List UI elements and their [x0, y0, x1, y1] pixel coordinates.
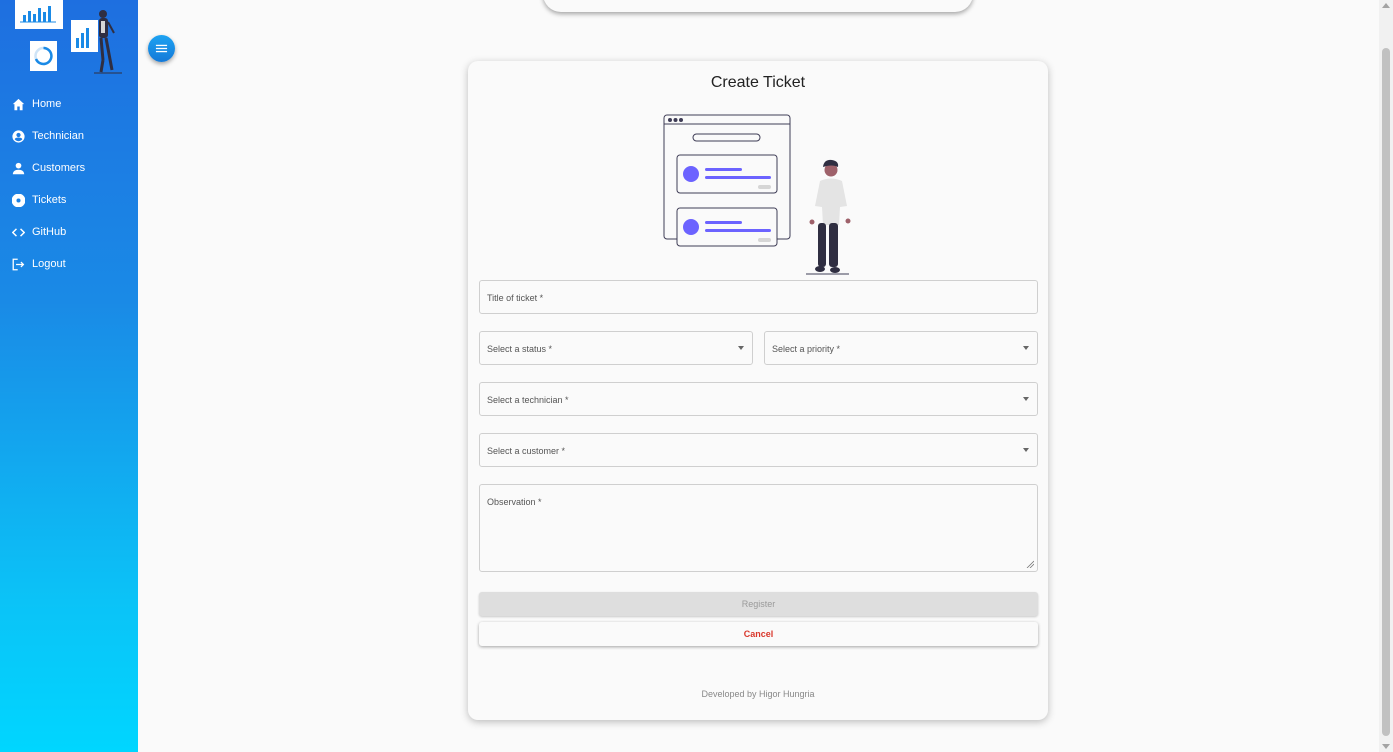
cancel-button[interactable]: Cancel	[479, 622, 1038, 646]
sidebar-item-label: Tickets	[32, 194, 67, 206]
ticket-title-input[interactable]: Title of ticket *	[479, 280, 1038, 314]
ticket-illustration	[663, 113, 858, 277]
priority-select[interactable]: Select a priority *	[764, 331, 1038, 365]
chevron-down-icon	[1023, 346, 1029, 350]
sidebar-item-label: Home	[32, 98, 62, 110]
page-title: Create Ticket	[710, 74, 806, 91]
code-icon	[11, 225, 25, 239]
logout-icon	[11, 257, 25, 271]
sidebar-logo-illustration	[0, 0, 138, 84]
sidebar-item-tickets[interactable]: Tickets	[0, 184, 138, 216]
top-card-edge	[543, 0, 973, 12]
home-icon	[11, 97, 25, 111]
sidebar-item-label: GitHub	[32, 226, 67, 238]
sidebar-item-label: Logout	[32, 258, 66, 270]
sidebar-item-logout[interactable]: Logout	[0, 248, 138, 280]
chevron-down-icon	[1023, 397, 1029, 401]
sidebar-item-label: Technician	[32, 130, 84, 142]
sidebar: Home Technician Customers Tickets GitHub	[0, 0, 138, 752]
customer-label: Select a customer *	[487, 446, 566, 456]
observation-label: Observation *	[487, 497, 542, 507]
sidebar-item-technician[interactable]: Technician	[0, 120, 138, 152]
sidebar-item-customers[interactable]: Customers	[0, 152, 138, 184]
scroll-down-icon[interactable]	[1382, 744, 1390, 749]
vertical-scrollbar[interactable]	[1379, 0, 1393, 752]
observation-textarea[interactable]: Observation *	[479, 484, 1038, 572]
sidebar-item-github[interactable]: GitHub	[0, 216, 138, 248]
scrollbar-thumb[interactable]	[1382, 48, 1390, 736]
customer-select[interactable]: Select a customer *	[479, 433, 1038, 467]
person-icon	[11, 161, 25, 175]
lifebuoy-icon	[11, 193, 25, 207]
chevron-down-icon	[1023, 448, 1029, 452]
status-label: Select a status *	[487, 344, 553, 354]
priority-label: Select a priority *	[772, 344, 841, 354]
menu-toggle-button[interactable]	[148, 35, 175, 62]
chevron-down-icon	[738, 346, 744, 350]
register-button[interactable]: Register	[479, 592, 1038, 616]
scroll-up-icon[interactable]	[1382, 3, 1390, 8]
create-ticket-card: Create Ticket Title of ticket * Select a…	[468, 61, 1048, 720]
technician-label: Select a technician *	[487, 395, 569, 405]
technician-select[interactable]: Select a technician *	[479, 382, 1038, 416]
resize-handle-icon[interactable]	[1026, 560, 1034, 568]
hamburger-icon	[155, 44, 168, 53]
sidebar-item-home[interactable]: Home	[0, 88, 138, 120]
footer-credit: Developed by Higor Hungria	[701, 689, 815, 699]
status-select[interactable]: Select a status *	[479, 331, 753, 365]
sidebar-item-label: Customers	[32, 162, 86, 174]
user-circle-icon	[11, 129, 25, 143]
sidebar-nav: Home Technician Customers Tickets GitHub	[0, 88, 138, 280]
ticket-title-label: Title of ticket *	[487, 293, 544, 303]
